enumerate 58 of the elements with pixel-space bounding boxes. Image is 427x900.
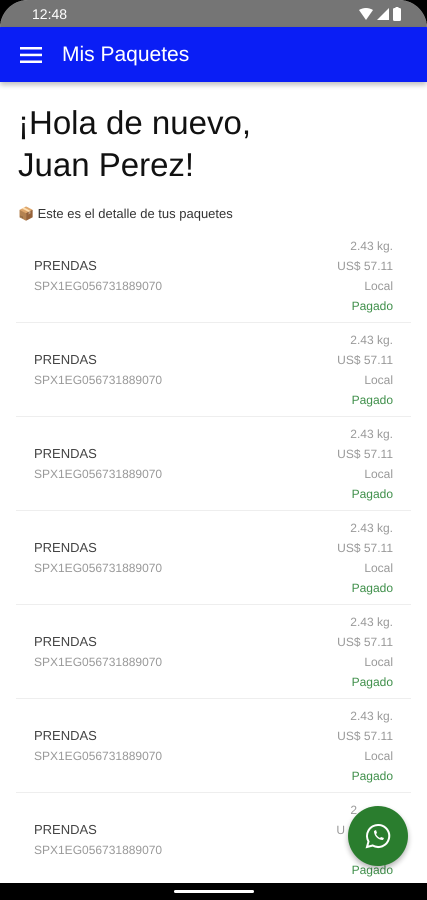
package-category: PRENDAS xyxy=(34,446,98,461)
tracking-number: SPX1EG056731889070 xyxy=(34,843,162,857)
package-price: US$ 57.11 xyxy=(337,728,393,744)
package-row[interactable]: PRENDAS SPX1EG056731889070 2.43 kg. US$ 57.11 Local Pagado xyxy=(16,323,411,417)
chat-bubble-icon xyxy=(365,823,391,849)
package-weight: 2.43 kg. xyxy=(350,708,393,724)
payment-status: Pagado xyxy=(352,392,393,408)
payment-status: Pagado xyxy=(352,768,393,784)
package-row[interactable]: PRENDAS SPX1EG056731889070 2.43 kg. US$ 57.11 Local Pagado xyxy=(16,511,411,605)
tracking-number: SPX1EG056731889070 xyxy=(34,279,162,293)
tracking-number: SPX1EG056731889070 xyxy=(34,655,162,669)
package-category: PRENDAS xyxy=(34,352,98,367)
package-category: PRENDAS xyxy=(34,540,98,555)
payment-status: Pagado xyxy=(352,580,393,596)
package-row[interactable]: PRENDAS SPX1EG056731889070 2.43 kg. US$ 57.11 Local Pagado xyxy=(16,605,411,699)
package-weight: 2.43 kg. xyxy=(350,614,393,630)
package-weight: 2.43 kg. xyxy=(350,332,393,348)
package-row[interactable]: PRENDAS SPX1EG056731889070 2.43 kg. US$ 57.11 Local Pagado xyxy=(16,699,411,793)
chat-button[interactable] xyxy=(348,806,408,866)
package-price: US$ 57.11 xyxy=(337,258,393,274)
package-weight: 2.43 kg. xyxy=(350,238,393,254)
package-destination: Local xyxy=(364,466,393,482)
package-weight: 2 xyxy=(350,802,357,818)
package-price: US$ 57.11 xyxy=(337,634,393,650)
payment-status: Pagado xyxy=(352,298,393,314)
payment-status: Pagado xyxy=(352,486,393,502)
package-price: U xyxy=(336,822,345,838)
package-weight: 2.43 kg. xyxy=(350,520,393,536)
package-price: US$ 57.11 xyxy=(337,540,393,556)
package-row[interactable]: PRENDAS SPX1EG056731889070 2.43 kg. US$ 57.11 Local Pagado xyxy=(16,417,411,511)
package-destination: Local xyxy=(364,654,393,670)
package-price: US$ 57.11 xyxy=(337,352,393,368)
package-destination: Local xyxy=(364,372,393,388)
tracking-number: SPX1EG056731889070 xyxy=(34,749,162,763)
home-handle[interactable] xyxy=(174,890,254,893)
wifi-icon xyxy=(359,8,373,20)
tracking-number: SPX1EG056731889070 xyxy=(34,467,162,481)
package-destination: Local xyxy=(364,278,393,294)
package-price: US$ 57.11 xyxy=(337,446,393,462)
package-category: PRENDAS xyxy=(34,728,98,743)
payment-status: Pagado xyxy=(352,674,393,690)
clock: 12:48 xyxy=(32,6,68,22)
package-destination: Local xyxy=(364,748,393,764)
payment-status: Pagado xyxy=(352,862,393,878)
subtitle: 📦 Este es el detalle de tus paquetes xyxy=(18,206,234,221)
battery-icon xyxy=(393,6,401,20)
menu-icon[interactable] xyxy=(20,46,42,62)
greeting-heading: ¡Hola de nuevo, Juan Perez! xyxy=(18,103,252,185)
package-category: PRENDAS xyxy=(34,634,98,649)
package-category: PRENDAS xyxy=(34,258,98,273)
signal-icon xyxy=(377,8,389,20)
tracking-number: SPX1EG056731889070 xyxy=(34,373,162,387)
tracking-number: SPX1EG056731889070 xyxy=(34,561,162,575)
package-row[interactable]: PRENDAS SPX1EG056731889070 2.43 kg. US$ 57.11 Local Pagado xyxy=(16,229,411,323)
package-weight: 2.43 kg. xyxy=(350,426,393,442)
package-destination: Local xyxy=(364,560,393,576)
app-title: Mis Paquetes xyxy=(62,42,190,66)
package-category: PRENDAS xyxy=(34,822,98,837)
